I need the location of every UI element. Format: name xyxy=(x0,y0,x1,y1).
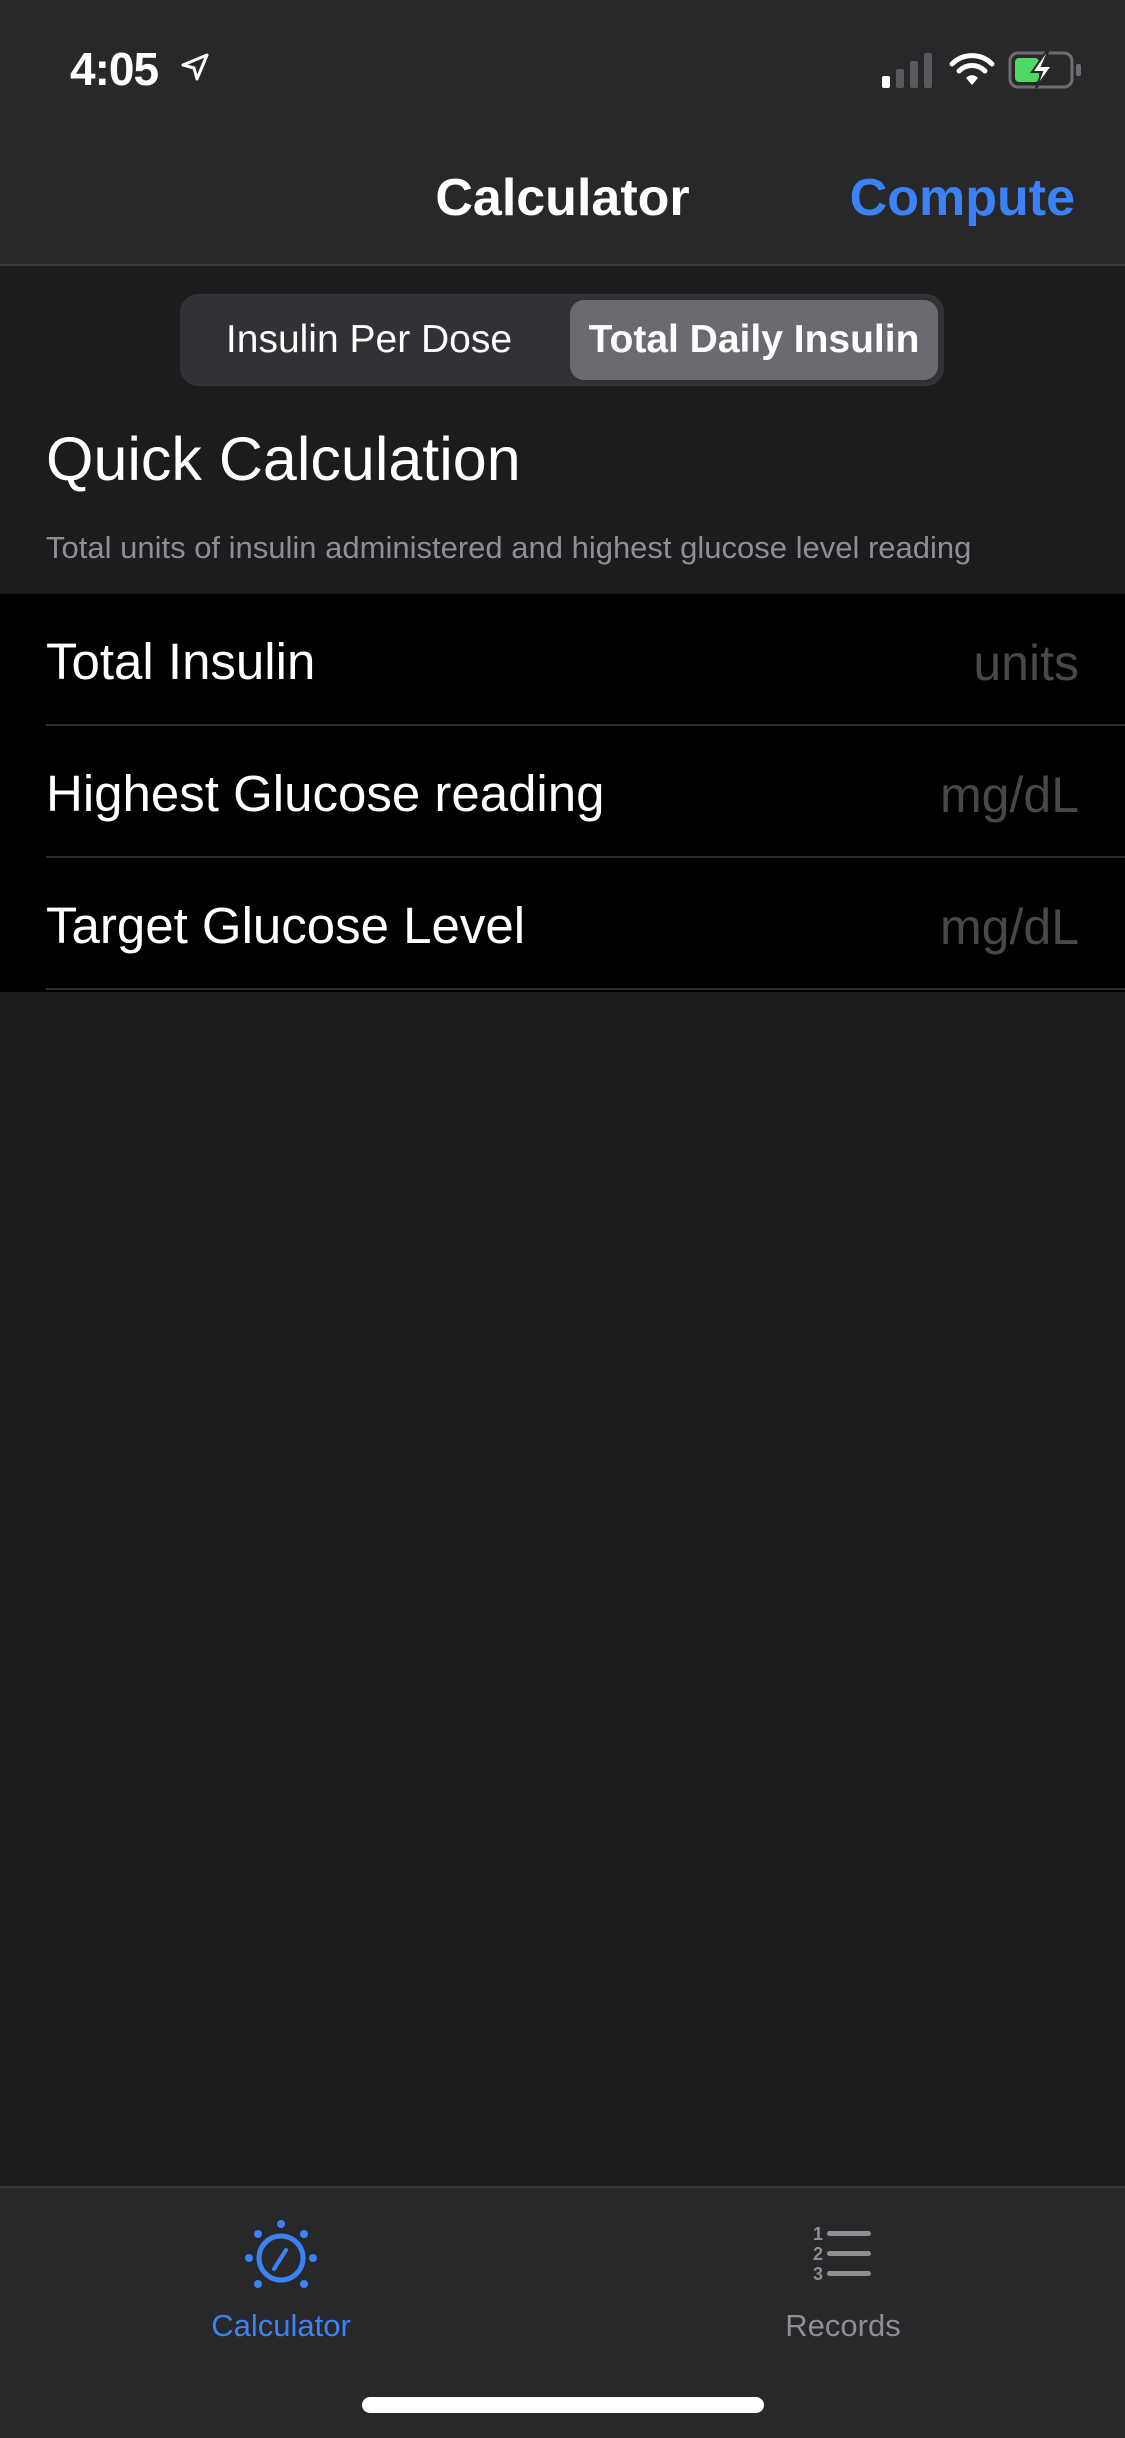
battery-charging-icon xyxy=(1008,51,1081,89)
svg-text:2: 2 xyxy=(813,2244,823,2264)
field-label: Target Glucose Level xyxy=(46,897,526,954)
segment-insulin-per-dose[interactable]: Insulin Per Dose xyxy=(186,300,552,380)
wifi-icon xyxy=(949,53,995,85)
tab-calculator[interactable]: Calculator xyxy=(131,2216,431,2356)
tab-label: Records xyxy=(785,2308,901,2343)
total-insulin-row[interactable]: Total Insulin units xyxy=(0,594,1125,726)
input-form: Total Insulin units Highest Glucose read… xyxy=(0,594,1125,992)
svg-text:1: 1 xyxy=(813,2224,823,2244)
navigation-bar: Calculator Compute xyxy=(0,134,1125,266)
divider xyxy=(46,988,1125,990)
segment-total-daily-insulin[interactable]: Total Daily Insulin xyxy=(570,300,938,380)
highest-glucose-row[interactable]: Highest Glucose reading mg/dL xyxy=(0,726,1125,858)
field-label: Highest Glucose reading xyxy=(46,765,605,822)
status-time: 4:05 xyxy=(70,43,159,95)
total-insulin-input[interactable]: units xyxy=(973,634,1079,692)
svg-text:3: 3 xyxy=(813,2264,823,2284)
cellular-signal-icon xyxy=(882,53,932,88)
compute-button[interactable]: Compute xyxy=(850,168,1075,228)
section-description: Total units of insulin administered and … xyxy=(46,530,972,565)
highest-glucose-input[interactable]: mg/dL xyxy=(940,766,1079,824)
tab-label: Calculator xyxy=(211,2308,351,2343)
dial-icon xyxy=(245,2220,317,2288)
target-glucose-input[interactable]: mg/dL xyxy=(940,898,1079,956)
numbered-list-icon: 1 2 3 xyxy=(813,2224,871,2284)
section-title: Quick Calculation xyxy=(46,425,521,493)
field-label: Total Insulin xyxy=(46,633,316,690)
target-glucose-row[interactable]: Target Glucose Level mg/dL xyxy=(0,858,1125,990)
tab-records[interactable]: 1 2 3 Records xyxy=(693,2216,993,2356)
home-indicator[interactable] xyxy=(362,2397,764,2413)
mode-segmented-control: Insulin Per Dose Total Daily Insulin xyxy=(180,294,944,386)
status-bar: 4:05 xyxy=(0,0,1125,134)
location-arrow-icon xyxy=(181,53,209,81)
